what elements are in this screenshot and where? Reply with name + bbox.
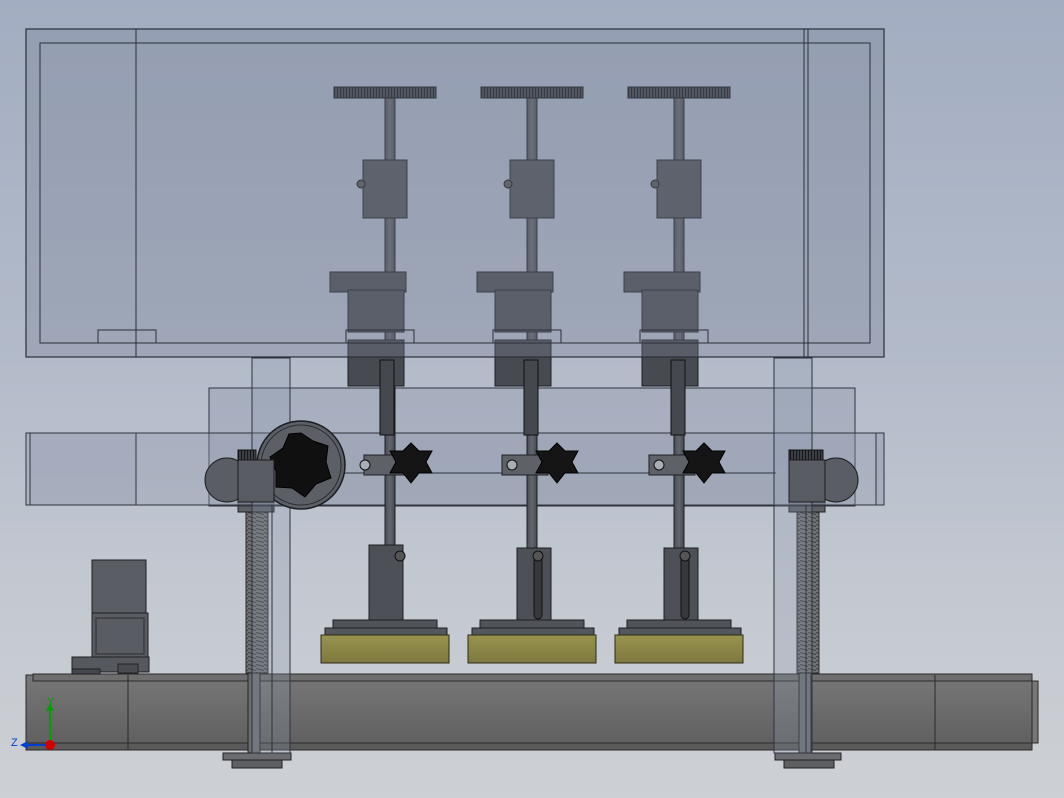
top-housing[interactable] — [25, 28, 885, 358]
cad-viewport[interactable]: Y Z — [0, 0, 1064, 798]
left-motor-block[interactable] — [71, 559, 150, 675]
triad-z-label: Z — [11, 737, 18, 749]
triad-y-label: Y — [47, 696, 55, 708]
base-plate[interactable] — [25, 673, 1039, 751]
orientation-triad[interactable]: Y Z — [8, 695, 72, 759]
triad-icon: Y Z — [11, 696, 55, 750]
middle-frame[interactable] — [25, 387, 885, 507]
cad-drawing — [25, 28, 1039, 769]
